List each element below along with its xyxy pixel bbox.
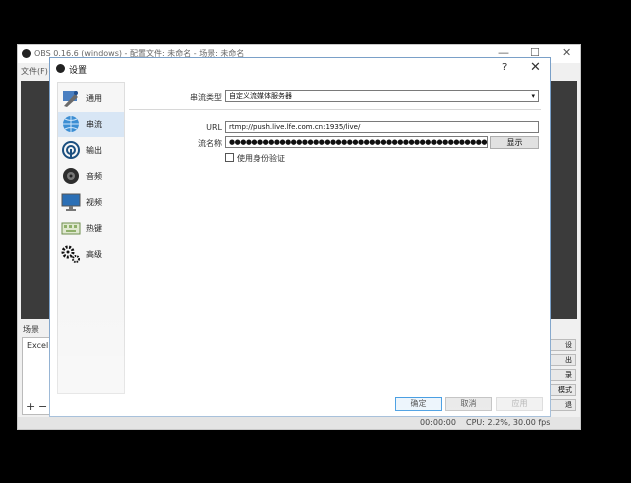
settings-sidebar: 通用 串流 输出 音频 视频 热键 高级 [57, 82, 125, 394]
cancel-button[interactable]: 取消 [445, 397, 492, 411]
sidebar-item-label: 串流 [86, 120, 102, 129]
monitor-icon [61, 193, 81, 211]
sidebar-item-advanced[interactable]: 高级 [58, 242, 124, 267]
apply-button[interactable]: 应用 [496, 397, 543, 411]
status-time: 00:00:00 [420, 418, 456, 427]
sidebar-item-audio[interactable]: 音频 [58, 164, 124, 189]
stream-key-input[interactable]: ●●●●●●●●●●●●●●●●●●●●●●●●●●●●●●●●●●●●●●●●… [225, 136, 488, 148]
obs-logo-icon [22, 49, 31, 58]
remove-scene-button[interactable]: − [38, 400, 47, 413]
divider [129, 109, 541, 110]
help-button[interactable]: ? [502, 62, 507, 73]
ok-button[interactable]: 确定 [395, 397, 442, 411]
sidebar-item-general[interactable]: 通用 [58, 86, 124, 111]
service-type-label: 串流类型 [190, 93, 222, 102]
dialog-close-button[interactable]: ✕ [530, 60, 541, 75]
use-auth-label: 使用身份验证 [237, 154, 285, 163]
show-key-button[interactable]: 显示 [490, 136, 539, 149]
stream-key-label: 流名称 [198, 139, 222, 148]
general-icon [63, 91, 78, 107]
sidebar-item-label: 音频 [86, 172, 102, 181]
keyboard-icon [61, 222, 81, 235]
status-bar: 00:00:00 CPU: 2.2%, 30.00 fps [18, 417, 580, 429]
sidebar-item-label: 视频 [86, 198, 102, 207]
sidebar-item-hotkeys[interactable]: 热键 [58, 216, 124, 241]
chevron-down-icon: ▾ [531, 92, 535, 100]
service-type-select[interactable]: 自定义流媒体服务器 ▾ [225, 90, 539, 102]
sidebar-item-label: 输出 [86, 146, 102, 155]
globe-icon [63, 116, 79, 132]
output-icon [62, 141, 80, 159]
sidebar-item-label: 通用 [86, 94, 102, 103]
url-label: URL [206, 123, 222, 132]
menu-file[interactable]: 文件(F) [21, 66, 48, 77]
use-auth-checkbox[interactable] [225, 153, 234, 162]
sidebar-item-stream[interactable]: 串流 [58, 112, 124, 137]
sidebar-item-output[interactable]: 输出 [58, 138, 124, 163]
scenes-label: 场景 [23, 325, 39, 334]
url-input[interactable]: rtmp://push.live.lfe.com.cn:1935/live/ [225, 121, 539, 133]
sidebar-item-label: 热键 [86, 224, 102, 233]
sidebar-item-video[interactable]: 视频 [58, 190, 124, 215]
dialog-title: 设置 [69, 66, 88, 76]
obs-logo-icon [56, 64, 65, 73]
gears-icon [61, 245, 80, 263]
add-scene-button[interactable]: + [26, 400, 35, 413]
scene-item[interactable]: Excel [27, 341, 48, 350]
status-cpu: CPU: 2.2%, 30.00 fps [466, 418, 551, 427]
service-type-value: 自定义流媒体服务器 [229, 92, 292, 100]
obs-close-button[interactable]: ✕ [562, 46, 571, 59]
speaker-icon [63, 168, 79, 184]
sidebar-item-label: 高级 [86, 250, 102, 259]
settings-dialog: 设置 ? ✕ 通用 串流 输出 音频 视频 热键 高级 串流类型 自定义流媒体服… [49, 57, 551, 417]
